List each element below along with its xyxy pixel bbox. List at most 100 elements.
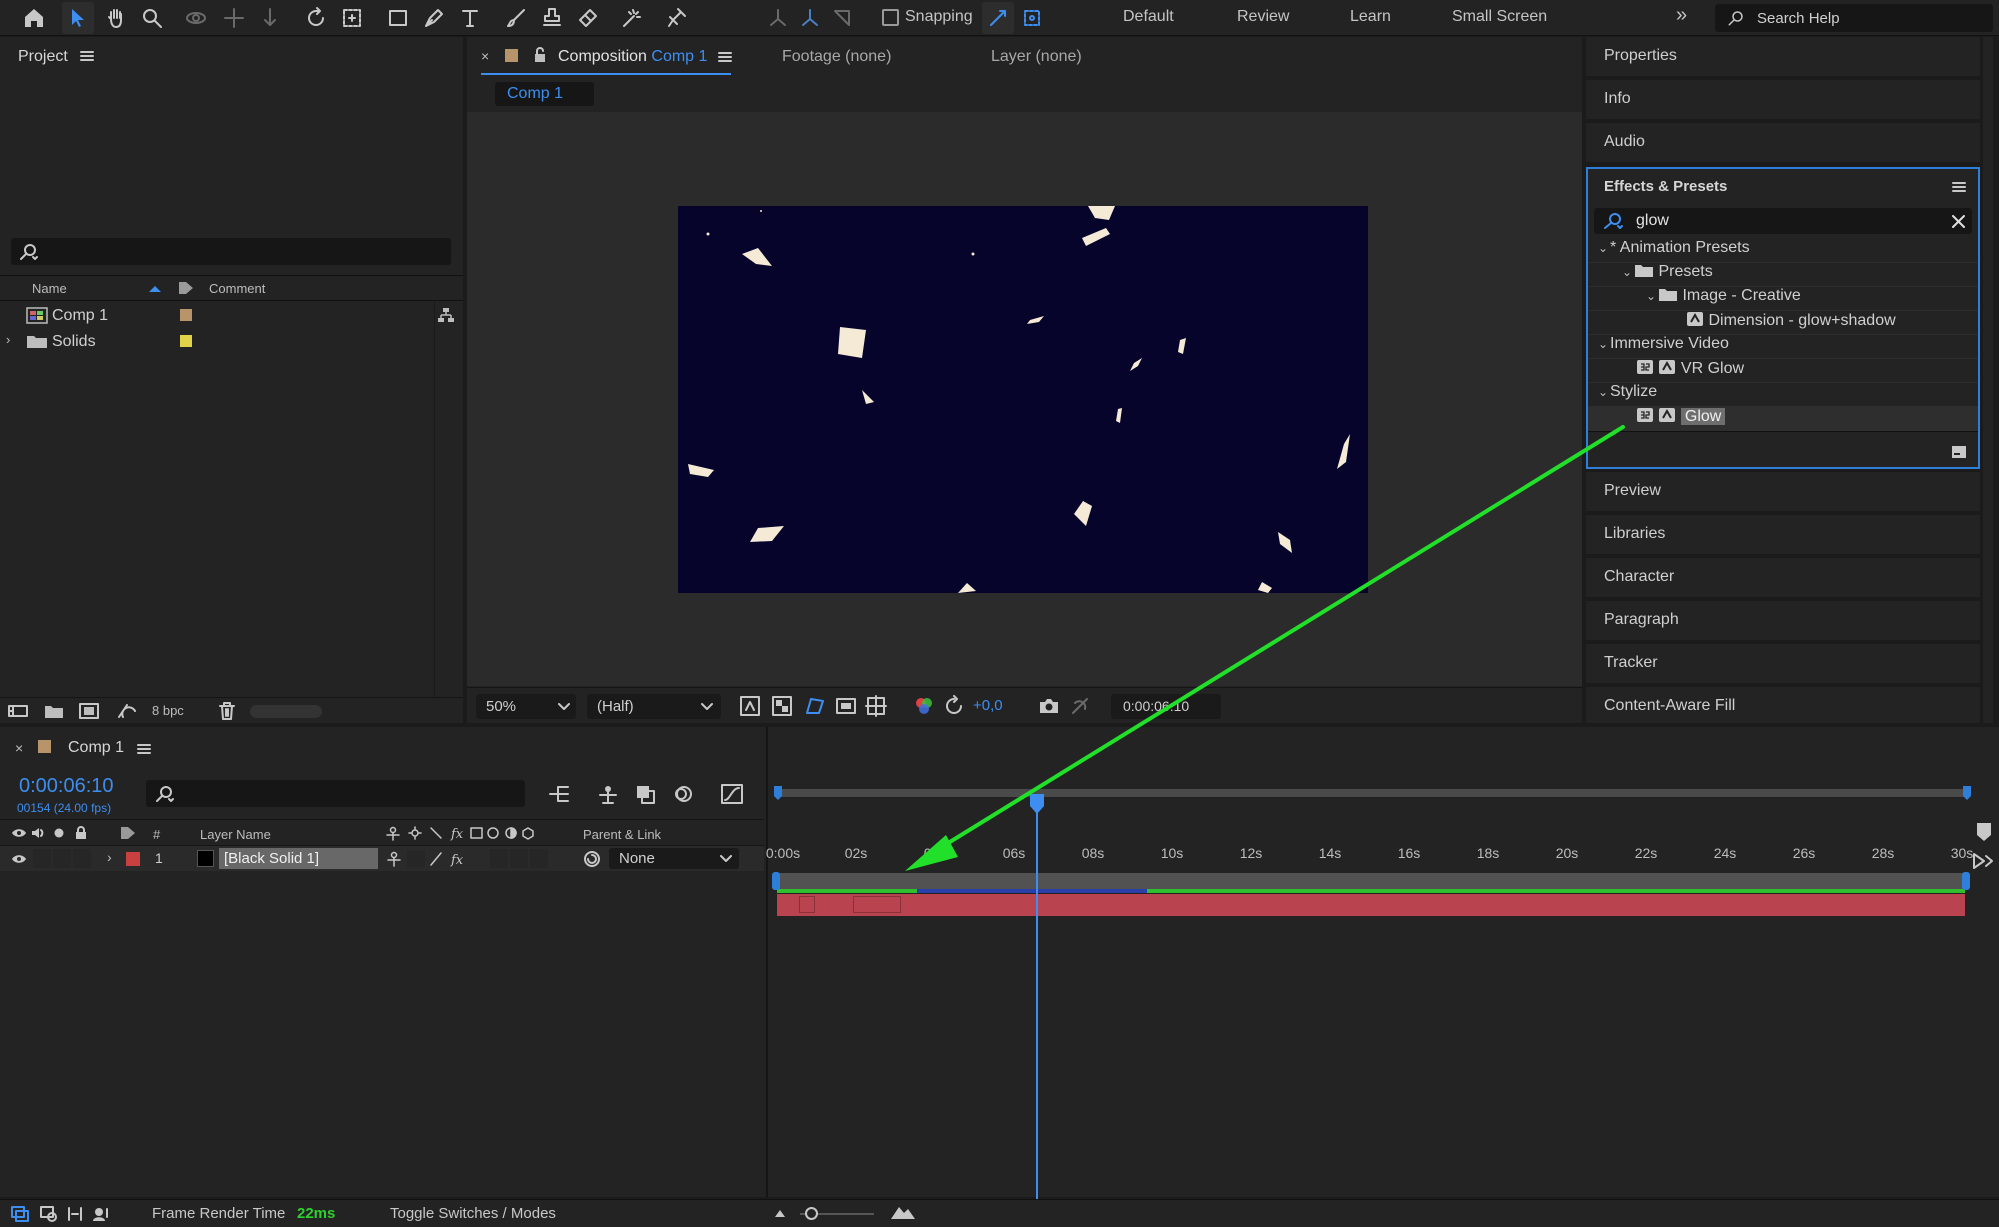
expand-layer-chevron-icon[interactable]: › (107, 849, 112, 865)
roto-brush-icon[interactable] (616, 2, 648, 34)
eraser-tool-icon[interactable] (572, 2, 604, 34)
keyframe-marker[interactable] (853, 896, 901, 913)
fast-previews-icon[interactable] (739, 695, 761, 717)
bit-depth-button[interactable]: 8 bpc (152, 703, 184, 718)
layer-label-color[interactable] (126, 852, 140, 866)
comp-canvas[interactable] (678, 206, 1368, 593)
libraries-panel-tab[interactable]: Libraries (1586, 515, 1980, 554)
layer-switches-toggle-icon[interactable] (11, 1206, 29, 1222)
keyframe-marker[interactable] (799, 896, 815, 913)
search-help-field[interactable]: Search Help (1715, 4, 1993, 32)
sort-up-icon[interactable] (148, 285, 162, 293)
composition-viewer[interactable] (467, 112, 1582, 686)
tree-glow-effect[interactable]: Glow (1636, 407, 1726, 431)
workspace-overflow-icon[interactable]: » (1676, 4, 1687, 27)
composition-tab[interactable]: Composition Comp 1 (558, 48, 707, 66)
timeline-tab-title[interactable]: Comp 1 (68, 739, 124, 757)
switches-icons[interactable]: fx (385, 825, 545, 841)
thumbnail-slider[interactable] (250, 705, 322, 718)
tree-image-creative-folder[interactable]: ⌄ Image - Creative (1646, 287, 1801, 311)
snapshot-camera-icon[interactable] (1038, 695, 1060, 717)
properties-panel-tab[interactable]: Properties (1586, 37, 1980, 76)
resolution-dropdown[interactable]: (Half) (587, 694, 721, 719)
layer-keyframe-nav-icon[interactable] (1972, 852, 1994, 870)
work-area-start-handle[interactable] (772, 872, 780, 890)
graph-editor-icon[interactable] (720, 783, 744, 805)
rotate-tool-icon[interactable] (300, 2, 332, 34)
tracker-panel-tab[interactable]: Tracker (1586, 644, 1980, 683)
close-tab-icon[interactable]: × (15, 740, 23, 756)
tree-stylize[interactable]: ⌄ Stylize (1598, 383, 1657, 407)
column-name[interactable]: Name (32, 281, 67, 296)
workspace-default[interactable]: Default (1123, 8, 1174, 26)
solo-icon[interactable] (54, 828, 64, 838)
tree-dimension-glow-shadow[interactable]: Dimension - glow+shadow (1686, 311, 1896, 335)
zoom-tool-icon[interactable] (136, 2, 168, 34)
layer-tab[interactable]: Layer (none) (991, 48, 1082, 66)
tree-animation-presets[interactable]: ⌄ * Animation Presets (1598, 239, 1750, 263)
character-panel-tab[interactable]: Character (1586, 558, 1980, 597)
project-settings-icon[interactable] (116, 702, 138, 720)
layer-duration-bar[interactable] (777, 894, 1965, 916)
work-area-bar[interactable] (777, 873, 1965, 889)
pan-behind-icon[interactable] (336, 2, 368, 34)
solo-switch[interactable] (53, 849, 71, 868)
label-color-swatch[interactable] (180, 335, 192, 347)
paragraph-panel-tab[interactable]: Paragraph (1586, 601, 1980, 640)
hand-tool-icon[interactable] (100, 2, 132, 34)
time-ruler[interactable]: 0:00s 02s 04s 06s 08s 10s 12s 14s 16s 18… (766, 779, 1973, 869)
in-out-duration-icon[interactable] (66, 1206, 84, 1222)
orbit-camera-icon[interactable] (180, 2, 212, 34)
info-panel-tab[interactable]: Info (1586, 80, 1980, 119)
render-time-icon[interactable] (92, 1206, 112, 1222)
current-time-field[interactable]: 0:00:06:10 (1111, 694, 1221, 719)
comp-mini-flowchart-icon[interactable] (548, 783, 572, 805)
transfer-controls-icon[interactable] (40, 1206, 58, 1222)
label-tag-icon[interactable] (119, 826, 137, 840)
snap-edges-icon[interactable] (982, 2, 1014, 34)
layer-row[interactable]: › 1 [Black Solid 1] fx None (0, 846, 764, 871)
exposure-value[interactable]: +0,0 (973, 697, 1003, 714)
panel-menu-icon[interactable] (80, 50, 94, 62)
panel-menu-icon[interactable] (1952, 181, 1966, 193)
column-parent-link[interactable]: Parent & Link (583, 827, 661, 842)
panel-menu-icon[interactable] (718, 51, 732, 63)
comp-breadcrumb[interactable]: Comp 1 (495, 82, 594, 106)
audio-speaker-icon[interactable] (30, 826, 46, 840)
world-axis-icon[interactable] (794, 2, 826, 34)
layer-switches[interactable]: fx (385, 850, 485, 868)
panel-menu-icon[interactable] (137, 743, 151, 755)
parent-dropdown[interactable]: None (609, 848, 739, 869)
video-eye-icon[interactable] (11, 827, 27, 839)
transparency-grid-icon[interactable] (771, 695, 793, 717)
close-tab-icon[interactable]: × (481, 48, 489, 64)
home-icon[interactable] (18, 2, 50, 34)
show-channel-icon[interactable] (913, 695, 935, 717)
audio-switch[interactable] (33, 849, 51, 868)
zoom-out-mountain-icon[interactable] (774, 1208, 786, 1218)
timeline-search-input[interactable] (146, 780, 525, 807)
motion-blur-switch[interactable] (530, 849, 548, 868)
project-item-comp-1[interactable]: Comp 1 (0, 302, 463, 328)
region-of-interest-icon[interactable] (835, 695, 857, 717)
frame-blending-icon[interactable] (634, 783, 658, 805)
toggle-switches-modes-button[interactable]: Toggle Switches / Modes (390, 1205, 556, 1222)
selection-tool-icon[interactable] (62, 2, 94, 34)
reset-exposure-icon[interactable] (943, 695, 965, 717)
tree-immersive-video[interactable]: ⌄ Immersive Video (1598, 335, 1729, 359)
project-item-solids[interactable]: › Solids (0, 328, 463, 354)
interpret-footage-icon[interactable] (7, 702, 29, 720)
preview-panel-tab[interactable]: Preview (1586, 472, 1980, 511)
puppet-tool-icon[interactable] (660, 2, 692, 34)
project-search-input[interactable] (11, 238, 451, 265)
tree-vr-glow[interactable]: VR Glow (1636, 359, 1744, 383)
timeline-zoom-knob[interactable] (805, 1207, 818, 1220)
playhead-handle[interactable] (1029, 794, 1045, 816)
audio-panel-tab[interactable]: Audio (1586, 123, 1980, 162)
show-snapshot-icon[interactable] (1069, 695, 1091, 717)
layer-visibility-eye-icon[interactable] (11, 853, 27, 865)
label-tag-icon[interactable] (177, 280, 195, 296)
view-axis-icon[interactable] (826, 2, 858, 34)
local-axis-icon[interactable] (762, 2, 794, 34)
pen-tool-icon[interactable] (418, 2, 450, 34)
